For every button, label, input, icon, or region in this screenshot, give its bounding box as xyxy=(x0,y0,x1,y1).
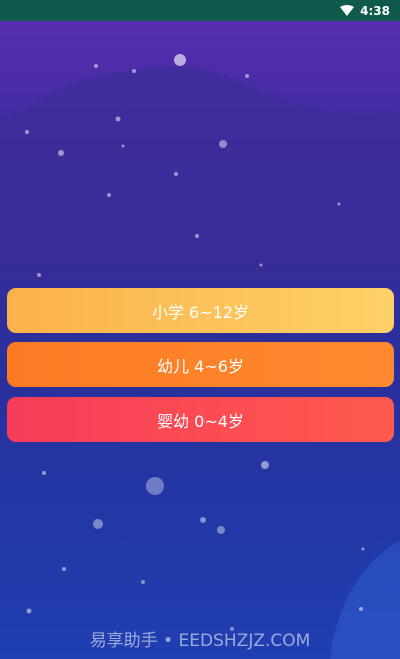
snowflake xyxy=(261,461,269,469)
preschool-button[interactable]: 幼儿 4~6岁 xyxy=(7,342,394,387)
snowflake xyxy=(361,547,365,551)
preschool-label: 幼儿 4~6岁 xyxy=(157,356,244,376)
infant-button[interactable]: 婴幼 0~4岁 xyxy=(7,397,394,442)
app-screen: 4:38 小学 6~12岁 幼儿 4~6岁 婴幼 0~4岁 易享助手 • EED… xyxy=(0,0,400,659)
snowflake xyxy=(115,116,121,122)
snowflake xyxy=(25,130,29,134)
snowflake xyxy=(245,74,249,78)
snowflake xyxy=(94,64,98,68)
watermark: 易享助手 • EEDSHZJZ.COM xyxy=(89,631,311,651)
mountain-silhouette xyxy=(0,66,400,281)
snowflake xyxy=(200,517,206,523)
primary-school-button[interactable]: 小学 6~12岁 xyxy=(7,288,394,333)
snowflake xyxy=(174,172,178,176)
snowflake xyxy=(26,608,32,614)
snowflake xyxy=(58,150,64,156)
background-scene xyxy=(0,54,400,659)
snowflake xyxy=(217,526,225,534)
snowflake xyxy=(174,54,186,66)
snowflake xyxy=(195,234,199,238)
snowflake xyxy=(141,580,145,584)
snowflake xyxy=(359,607,363,611)
status-bar: 4:38 xyxy=(0,0,400,21)
snowflake xyxy=(37,273,41,277)
snowflake xyxy=(219,140,227,148)
snowflake xyxy=(42,471,46,475)
wifi-icon xyxy=(340,5,355,16)
primary-school-label: 小学 6~12岁 xyxy=(151,302,250,322)
infant-label: 婴幼 0~4岁 xyxy=(157,411,244,431)
snowflake xyxy=(93,519,103,529)
snowflake xyxy=(337,202,341,206)
snowflake xyxy=(107,193,111,197)
snowflake xyxy=(62,567,66,571)
snowflake xyxy=(146,477,164,495)
snowflake xyxy=(132,69,136,73)
status-time: 4:38 xyxy=(360,3,390,18)
snowflake xyxy=(121,144,125,148)
snowflake xyxy=(259,263,263,267)
